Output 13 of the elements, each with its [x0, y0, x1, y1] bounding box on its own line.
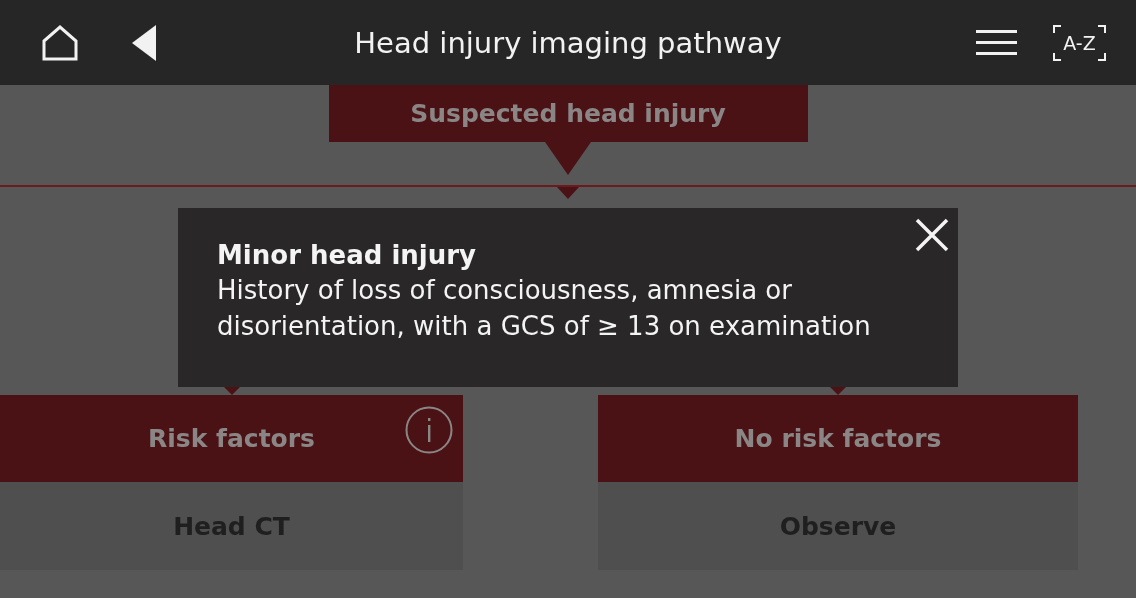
- popup-text: History of loss of consciousness, amnesia or disorientation, with a GCS of ≥ 13 on examination: [217, 274, 872, 343]
- arrow-icon: [545, 142, 591, 175]
- menu-button[interactable]: [976, 29, 1017, 56]
- pathway-node[interactable]: No risk factors: [598, 395, 1078, 482]
- pathway-node[interactable]: Risk factors: [0, 395, 463, 482]
- back-button[interactable]: [132, 24, 156, 61]
- popup-title: Minor head injury: [217, 240, 477, 270]
- info-icon[interactable]: [405, 406, 453, 454]
- arrow-icon: [557, 187, 579, 199]
- a-z-index-button[interactable]: A-Z: [1053, 24, 1106, 61]
- close-icon[interactable]: [915, 218, 949, 252]
- home-button[interactable]: [42, 24, 78, 61]
- page-title: Head injury imaging pathway: [354, 25, 782, 60]
